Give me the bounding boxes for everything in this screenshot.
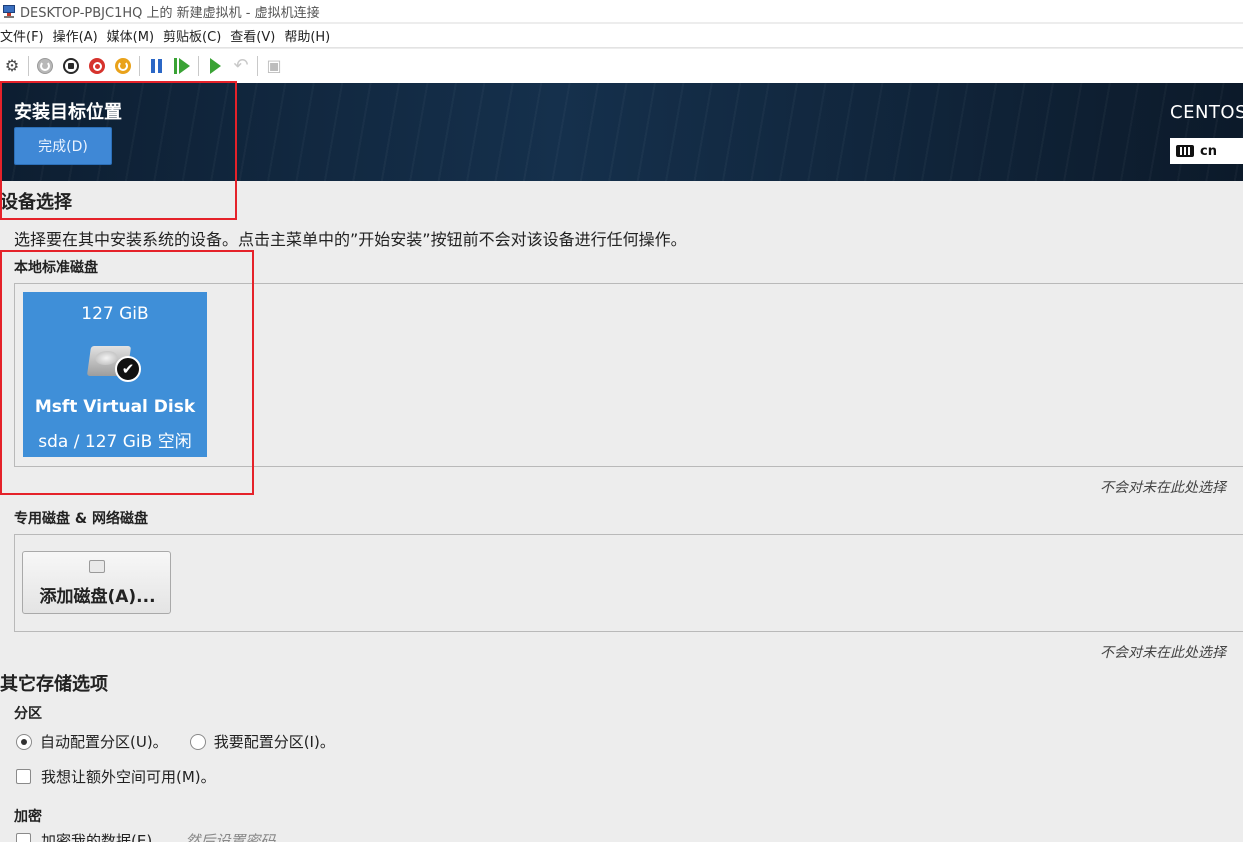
specialized-disks-note: 不会对未在此处选择: [1100, 645, 1226, 661]
toolbar-separator: [28, 56, 29, 76]
pause-icon[interactable]: [146, 56, 166, 76]
other-storage-heading: 其它存储选项: [0, 674, 108, 695]
highlight-box-disk: [0, 250, 254, 495]
manual-partition-radio[interactable]: [189, 733, 206, 750]
menu-view[interactable]: 查看(V): [230, 26, 284, 45]
menu-file[interactable]: 文件(F): [0, 26, 53, 45]
vm-toolbar: ⚙ ↶ ▣: [0, 49, 1243, 83]
toolbar-separator: [198, 56, 199, 76]
encrypt-option: 加密我的数据(E)。 然后设置密码: [16, 830, 275, 842]
menu-action[interactable]: 操作(A): [53, 26, 107, 45]
menu-media[interactable]: 媒体(M): [107, 26, 163, 45]
menu-clipboard[interactable]: 剪贴板(C): [163, 26, 230, 45]
checkpoint-icon[interactable]: [205, 56, 225, 76]
start-icon[interactable]: [35, 56, 55, 76]
specialized-disks-panel: [14, 534, 1243, 632]
keyboard-icon: [1176, 145, 1194, 157]
window-title: DESKTOP-PBJC1HQ 上的 新建虚拟机 - 虚拟机连接: [20, 5, 320, 21]
device-selection-description: 选择要在其中安装系统的设备。点击主菜单中的”开始安装”按钮前不会对该设备进行任何…: [14, 230, 687, 249]
enhanced-session-icon[interactable]: ▣: [264, 56, 284, 76]
window-title-bar: DESKTOP-PBJC1HQ 上的 新建虚拟机 - 虚拟机连接: [0, 0, 1243, 22]
manual-partition-label[interactable]: 我要配置分区(I)。: [214, 731, 335, 752]
ctrl-alt-del-icon[interactable]: ⚙: [2, 56, 22, 76]
encryption-heading: 加密: [14, 809, 42, 825]
encrypt-hint: 然后设置密码: [185, 832, 276, 842]
encrypt-checkbox[interactable]: [16, 833, 31, 842]
keyboard-layout-label: cn: [1200, 143, 1217, 159]
menu-bar: 文件(F) 操作(A) 媒体(M) 剪贴板(C) 查看(V) 帮助(H): [0, 24, 1243, 48]
extra-space-checkbox[interactable]: [16, 769, 31, 784]
auto-partition-label[interactable]: 自动配置分区(U)。: [40, 731, 168, 752]
add-disk-label: 添加磁盘(A)...: [39, 587, 156, 607]
auto-partition-radio[interactable]: [16, 733, 32, 750]
product-brand: CENTOS: [1170, 102, 1243, 123]
disk-icon: [89, 560, 105, 573]
toolbar-separator: [139, 56, 140, 76]
menu-help[interactable]: 帮助(H): [284, 26, 339, 45]
local-disks-note: 不会对未在此处选择: [1100, 480, 1226, 496]
save-icon[interactable]: [113, 56, 133, 76]
resume-icon[interactable]: [172, 56, 192, 76]
extra-space-option: 我想让额外空间可用(M)。: [16, 766, 216, 787]
specialized-disks-heading: 专用磁盘 & 网络磁盘: [14, 511, 148, 527]
keyboard-layout-indicator[interactable]: cn: [1170, 138, 1243, 164]
partition-heading: 分区: [14, 706, 42, 722]
turn-off-icon[interactable]: [61, 56, 81, 76]
encrypt-label[interactable]: 加密我的数据(E)。: [41, 830, 167, 842]
shutdown-icon[interactable]: [87, 56, 107, 76]
extra-space-label[interactable]: 我想让额外空间可用(M)。: [41, 766, 216, 787]
vm-connection-icon: [2, 4, 16, 18]
add-disk-button[interactable]: 添加磁盘(A)...: [22, 551, 171, 614]
revert-icon[interactable]: ↶: [231, 56, 251, 76]
toolbar-separator: [257, 56, 258, 76]
highlight-box-header: [0, 81, 237, 220]
partition-options: 自动配置分区(U)。 我要配置分区(I)。: [16, 731, 335, 752]
